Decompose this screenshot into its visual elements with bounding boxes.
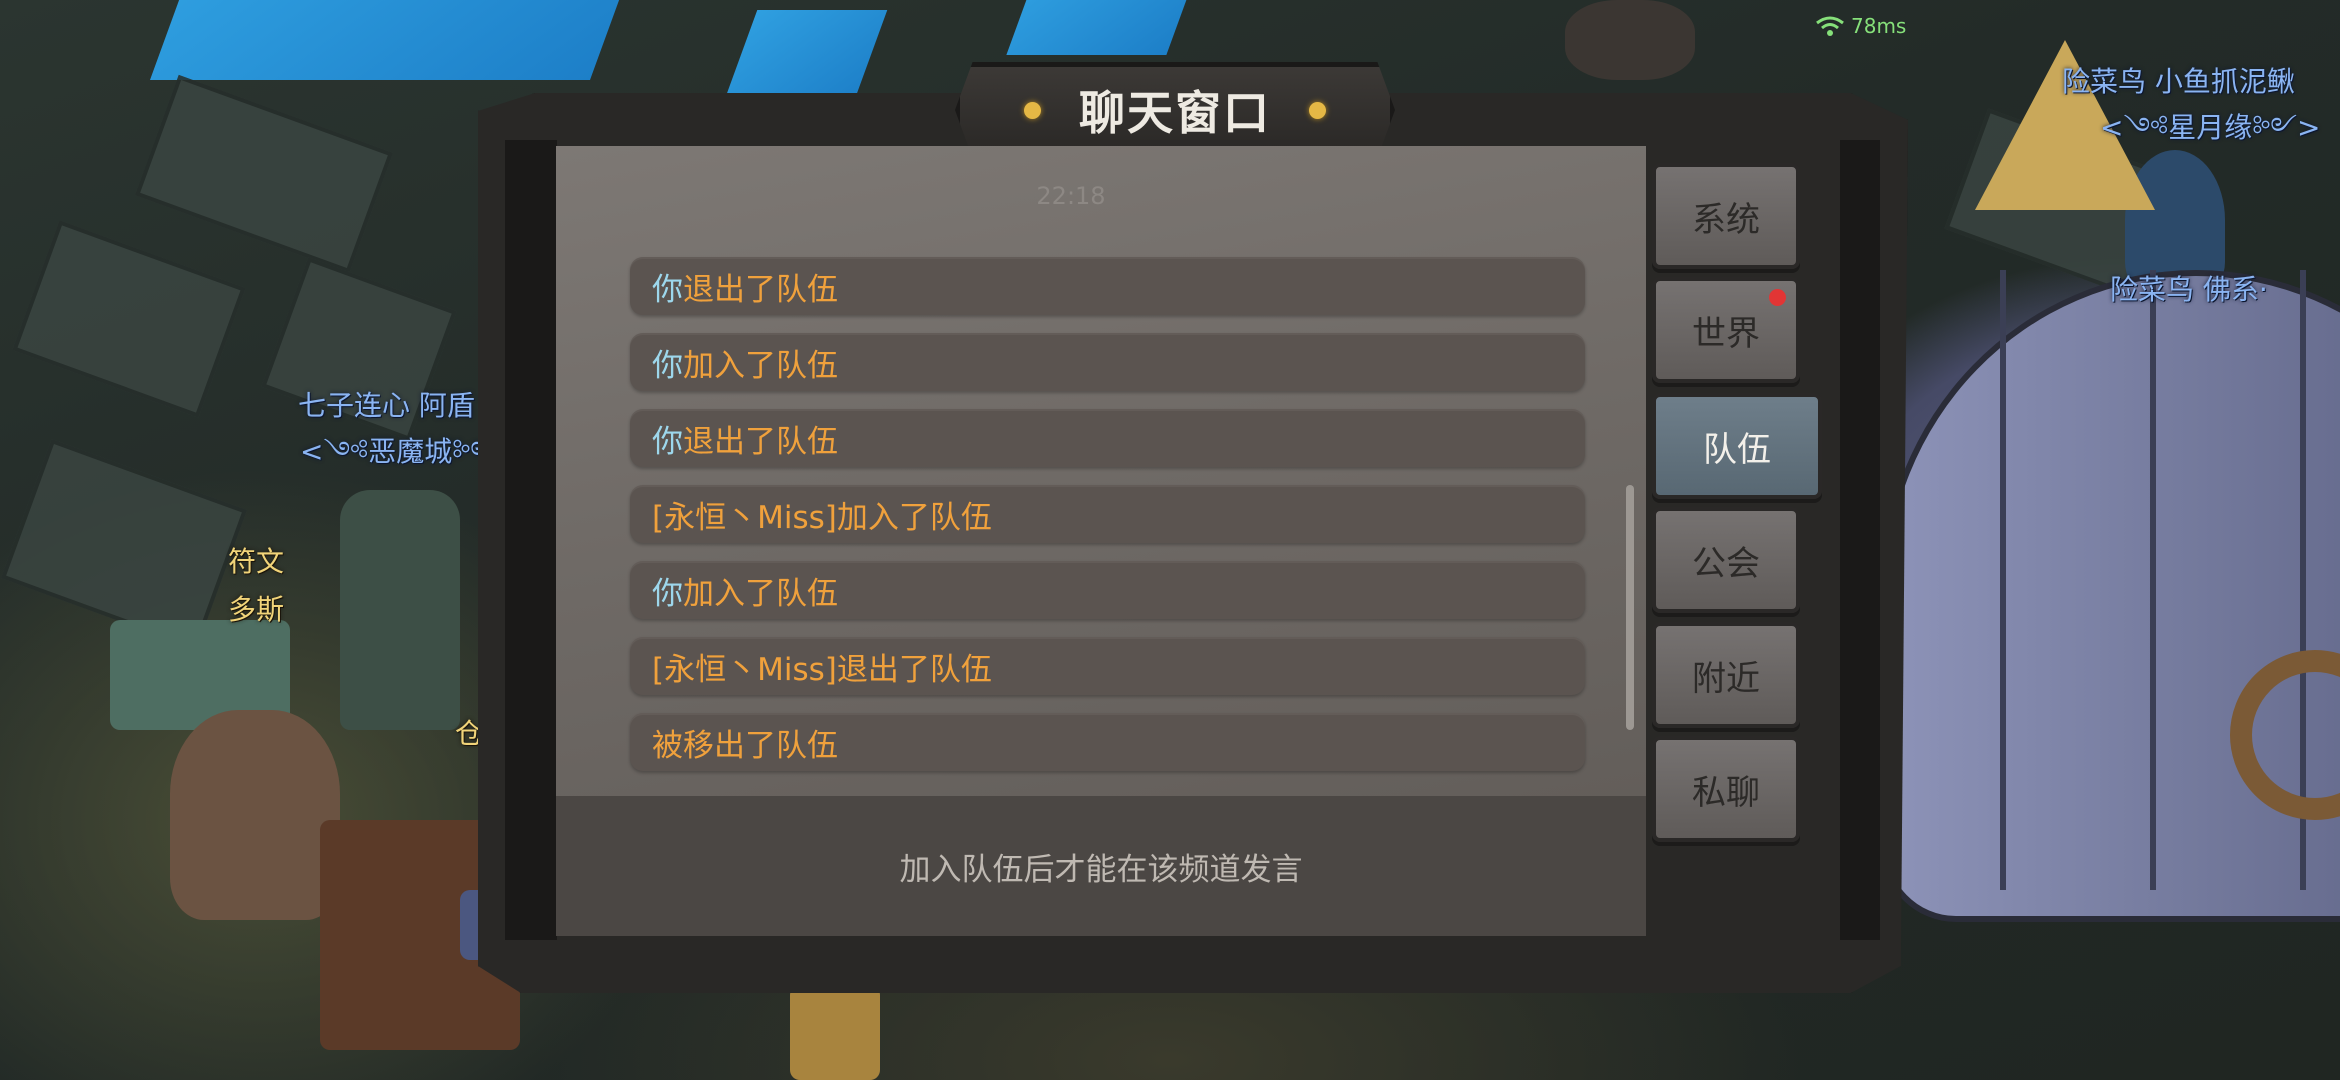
tab-system[interactable]: 系统	[1652, 163, 1800, 269]
chat-window-title: 聊天窗口	[1079, 86, 1271, 140]
chat-title-plate: 聊天窗口	[955, 62, 1395, 158]
message-row: 你退出了队伍	[630, 409, 1585, 467]
ping-value: 78ms	[1851, 14, 1907, 38]
wifi-icon	[1815, 15, 1845, 37]
message-list[interactable]: 22:18 你退出了队伍 你加入了队伍 你退出了队伍 [永恒丶Miss] 加入了队…	[556, 146, 1646, 796]
tab-label: 附近	[1692, 658, 1760, 699]
npc-name-right-lower: 险菜鸟 佛系·	[2110, 273, 2268, 306]
message-player-name[interactable]: [永恒丶Miss]	[652, 492, 837, 537]
message-row: 你加入了队伍	[630, 561, 1585, 619]
rune-statue	[340, 490, 460, 730]
message-action: 加入了队伍	[683, 575, 838, 612]
tab-label: 公会	[1692, 543, 1760, 584]
message-action: 加入了队伍	[683, 347, 838, 384]
message-player-name[interactable]: [永恒丶Miss]	[652, 644, 837, 689]
npc-name-left: 七子连心 阿盾	[298, 389, 475, 422]
title-ornament-right	[1309, 101, 1326, 119]
message-timestamp: 22:18	[1036, 182, 1106, 210]
message-row: [永恒丶Miss] 退出了队伍	[630, 637, 1585, 695]
message-action: 退出了队伍	[683, 271, 838, 308]
rune-label[interactable]: 符文	[228, 540, 284, 580]
tab-label: 世界	[1692, 313, 1760, 354]
floor-tile	[12, 220, 246, 418]
frame-post-right	[1840, 140, 1880, 940]
network-status: 78ms	[1815, 14, 1906, 38]
message-action: 被移出了队伍	[652, 727, 838, 764]
input-disabled-hint: 加入队伍后才能在该频道发言	[899, 851, 1303, 888]
tab-private[interactable]: 私聊	[1652, 736, 1800, 842]
npc-name-right: 险菜鸟 小鱼抓泥鳅	[2062, 65, 2295, 98]
tent-rib	[2150, 270, 2156, 890]
message-action: 退出了队伍	[836, 651, 992, 688]
chat-input-area[interactable]: 加入队伍后才能在该频道发言	[556, 796, 1646, 936]
unread-dot	[1769, 289, 1786, 306]
message-row: [永恒丶Miss] 加入了队伍	[630, 485, 1585, 543]
message-subject: 你	[652, 423, 683, 460]
tab-label: 系统	[1692, 199, 1760, 240]
tab-world[interactable]: 世界	[1652, 277, 1800, 383]
tab-team[interactable]: 队伍	[1652, 393, 1822, 499]
message-row: 被移出了队伍	[630, 713, 1585, 771]
message-action: 退出了队伍	[683, 423, 838, 460]
dos-label[interactable]: 多斯	[228, 588, 284, 628]
message-action: 加入了队伍	[836, 499, 992, 536]
floor-tile	[134, 74, 394, 274]
message-subject: 你	[652, 575, 683, 612]
message-scrollbar[interactable]	[1626, 485, 1634, 730]
water-tile	[149, 0, 631, 80]
floor-tile	[0, 438, 248, 650]
water-tile	[722, 10, 888, 105]
title-ornament-left	[1024, 101, 1041, 119]
tab-guild[interactable]: 公会	[1652, 507, 1800, 613]
tent-dome	[1880, 270, 2340, 922]
tab-label: 私聊	[1692, 772, 1760, 813]
water-tile	[1006, 0, 1194, 55]
tab-nearby[interactable]: 附近	[1652, 622, 1800, 728]
message-row: 你加入了队伍	[630, 333, 1585, 391]
frame-post-left	[505, 140, 557, 940]
message-subject: 你	[652, 271, 683, 308]
message-row: 你退出了队伍	[630, 257, 1585, 315]
creature-npc	[1565, 0, 1695, 80]
tent-rib	[2000, 270, 2006, 890]
npc-guild-right: <༺星月缘༻>	[2100, 111, 2321, 144]
dwarf-npc	[170, 710, 340, 920]
tab-label: 队伍	[1703, 429, 1771, 470]
message-subject: 你	[652, 347, 683, 384]
lamp-post	[790, 985, 880, 1080]
